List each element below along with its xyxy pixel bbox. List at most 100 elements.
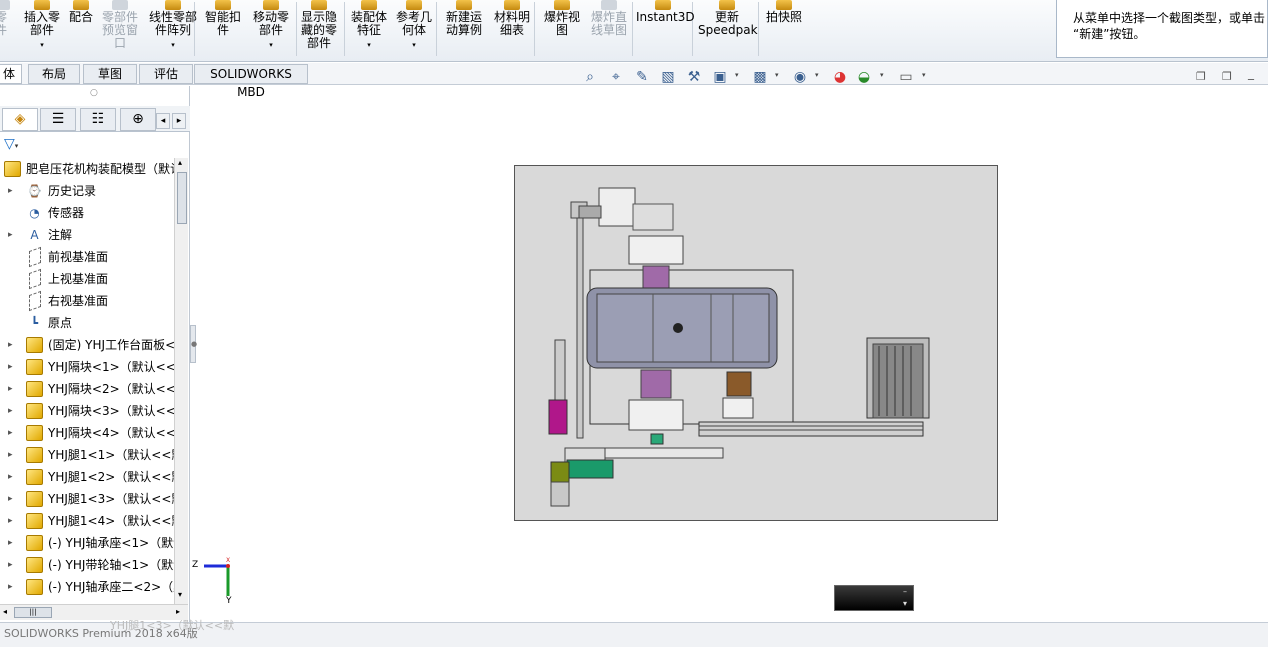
- tree-item[interactable]: ▸ (-) YHJ轴承座二<2>（默: [0, 576, 174, 598]
- expand-arrow-icon[interactable]: ▸: [8, 180, 13, 202]
- scroll-up-icon[interactable]: ▴: [178, 158, 182, 167]
- ribbon-button-9[interactable]: 参考几 何体 ▾: [394, 0, 434, 58]
- expand-arrow-icon[interactable]: ▸: [8, 400, 13, 422]
- assembly-view[interactable]: [514, 165, 998, 521]
- minimize-icon[interactable]: _: [1248, 66, 1254, 80]
- tab-dimxpert-manager[interactable]: ⊕: [120, 108, 156, 131]
- scrollbar-thumb[interactable]: [177, 172, 187, 224]
- ribbon-button-8[interactable]: 装配体 特征 ▾: [348, 0, 390, 58]
- tab-1[interactable]: 布局: [28, 64, 80, 84]
- ribbon-button-13[interactable]: 爆炸直 线草图: [588, 0, 630, 58]
- tree-item[interactable]: ▸ YHJ腿1<1>（默认<<默: [0, 444, 174, 466]
- tree-item[interactable]: 前视基准面: [0, 246, 174, 268]
- chevron-down-icon[interactable]: ▾: [20, 39, 64, 52]
- tree-item[interactable]: ▸ YHJ隔块<3>（默认<<默: [0, 400, 174, 422]
- tree-item[interactable]: 上视基准面: [0, 268, 174, 290]
- tree-item[interactable]: ◔ 传感器: [0, 202, 174, 224]
- filter-icon[interactable]: ▽▾: [4, 136, 30, 156]
- tab-2[interactable]: 草图: [83, 64, 137, 84]
- chevron-down-icon[interactable]: ▾: [815, 71, 819, 79]
- expand-arrow-icon[interactable]: ▸: [8, 510, 13, 532]
- tile-window-icon[interactable]: ❐: [1222, 70, 1232, 83]
- ribbon-button-14[interactable]: Instant3D: [636, 0, 695, 58]
- expand-arrow-icon[interactable]: ▸: [8, 554, 13, 576]
- expand-arrow-icon[interactable]: ▸: [8, 356, 13, 378]
- chevron-down-icon[interactable]: ▾: [394, 39, 434, 52]
- widget-dash-icon[interactable]: –: [903, 587, 907, 596]
- hide-show-items-icon[interactable]: ◉: [790, 67, 810, 87]
- ribbon-button-15[interactable]: 更新 Speedpak: [698, 0, 758, 58]
- tab-property-manager[interactable]: ☰: [40, 108, 76, 131]
- ribbon-button-11[interactable]: 材料明 细表: [492, 0, 532, 58]
- edit-appearance-icon[interactable]: ◕: [830, 67, 850, 87]
- tab-feature-manager[interactable]: ◈: [2, 108, 38, 131]
- tab-configuration-manager[interactable]: ☷: [80, 108, 116, 131]
- tree-item[interactable]: ▸ YHJ腿1<3>（默认<<默: [0, 488, 174, 510]
- scroll-down-icon[interactable]: ▾: [178, 590, 182, 599]
- zoom-to-area-icon[interactable]: ⌖: [606, 67, 626, 87]
- ribbon-button-6[interactable]: 移动零 部件 ▾: [250, 0, 292, 58]
- chevron-down-icon[interactable]: ▾: [250, 39, 292, 52]
- scrollbar-thumb[interactable]: |||: [14, 607, 52, 618]
- tree-item[interactable]: ▸ YHJ隔块<4>（默认<<默: [0, 422, 174, 444]
- expand-arrow-icon[interactable]: ▸: [8, 576, 13, 598]
- ribbon-button-12[interactable]: 爆炸视 图: [540, 0, 584, 58]
- tree-item[interactable]: ▸ (-) YHJ轴承座<1>（默认: [0, 532, 174, 554]
- ribbon-button-0[interactable]: 零 件: [0, 0, 10, 58]
- chevron-down-icon[interactable]: ▾: [775, 71, 779, 79]
- ribbon-button-10[interactable]: 新建运 动算例: [442, 0, 486, 58]
- tree-item[interactable]: 肥皂压花机构装配模型（默认<: [0, 158, 174, 180]
- tree-item[interactable]: ▸ ⌚ 历史记录: [0, 180, 174, 202]
- ribbon-button-2[interactable]: 配合: [66, 0, 96, 58]
- apply-scene-icon[interactable]: ◒: [854, 67, 874, 87]
- ribbon-button-1[interactable]: 插入零 部件 ▾: [20, 0, 64, 58]
- scroll-right-icon[interactable]: ▸: [176, 607, 180, 616]
- chevron-down-icon[interactable]: ▾: [146, 39, 200, 52]
- panel-grip-icon[interactable]: ○: [90, 88, 98, 98]
- scroll-tabs-left-icon[interactable]: ◂: [156, 113, 170, 129]
- tree-item[interactable]: ▸ YHJ隔块<2>（默认<<默: [0, 378, 174, 400]
- tab-4[interactable]: SOLIDWORKS MBD: [194, 64, 308, 99]
- chevron-down-icon[interactable]: ▾: [922, 71, 926, 79]
- ribbon-button-4[interactable]: 线性零部 件阵列 ▾: [146, 0, 200, 58]
- expand-arrow-icon[interactable]: ▸: [8, 488, 13, 510]
- tree-vertical-scrollbar[interactable]: ▴ ▾: [174, 158, 188, 604]
- chevron-down-icon[interactable]: ▾: [348, 39, 390, 52]
- chevron-down-icon[interactable]: ▾: [735, 71, 739, 79]
- scroll-tabs-right-icon[interactable]: ▸: [172, 113, 186, 129]
- tree-item[interactable]: ▸ (-) YHJ带轮轴<1>（默认: [0, 554, 174, 576]
- tab-3[interactable]: 评估: [139, 64, 193, 84]
- expand-arrow-icon[interactable]: ▸: [8, 466, 13, 488]
- tree-item[interactable]: ▸ YHJ隔块<1>（默认<<默: [0, 356, 174, 378]
- display-style-icon[interactable]: ▩: [750, 67, 770, 87]
- previous-view-icon[interactable]: ✎: [632, 67, 652, 87]
- ribbon-button-3[interactable]: 零部件 预览窗 口: [100, 0, 140, 58]
- tree-item[interactable]: ┗ 原点: [0, 312, 174, 334]
- ribbon-button-16[interactable]: 拍快照: [764, 0, 804, 58]
- expand-arrow-icon[interactable]: ▸: [8, 532, 13, 554]
- tree-item[interactable]: ▸ YHJ腿1<4>（默认<<默: [0, 510, 174, 532]
- panel-splitter[interactable]: ●: [190, 325, 197, 363]
- section-view-icon[interactable]: ▧: [658, 67, 678, 87]
- ribbon-button-7[interactable]: 显示隐 藏的零 部件: [298, 0, 340, 58]
- tab-0[interactable]: 体: [0, 64, 22, 84]
- view-settings-icon[interactable]: ▭: [896, 67, 916, 87]
- restore-window-icon[interactable]: ❐: [1196, 70, 1206, 83]
- expand-arrow-icon[interactable]: ▸: [8, 422, 13, 444]
- expand-arrow-icon[interactable]: ▸: [8, 378, 13, 400]
- scroll-left-icon[interactable]: ◂: [3, 607, 7, 616]
- expand-arrow-icon[interactable]: ▸: [8, 444, 13, 466]
- tree-item[interactable]: ▸ YHJ腿1<2>（默认<<默: [0, 466, 174, 488]
- tree-item[interactable]: 右视基准面: [0, 290, 174, 312]
- expand-arrow-icon[interactable]: ▸: [8, 224, 13, 246]
- dynamic-annotation-icon[interactable]: ⚒: [684, 67, 704, 87]
- chevron-down-icon[interactable]: ▾: [880, 71, 884, 79]
- ribbon-button-5[interactable]: 智能扣 件: [204, 0, 242, 58]
- tree-item[interactable]: ▸ A 注解: [0, 224, 174, 246]
- expand-arrow-icon[interactable]: ▸: [8, 334, 13, 356]
- tree-item[interactable]: ▸ (固定) YHJ工作台面板<: [0, 334, 174, 356]
- overlay-widget[interactable]: – ▾: [834, 585, 914, 611]
- view-orientation-icon[interactable]: ▣: [710, 67, 730, 87]
- chevron-down-icon[interactable]: ▾: [903, 599, 907, 608]
- zoom-to-fit-icon[interactable]: ⌕: [580, 67, 600, 87]
